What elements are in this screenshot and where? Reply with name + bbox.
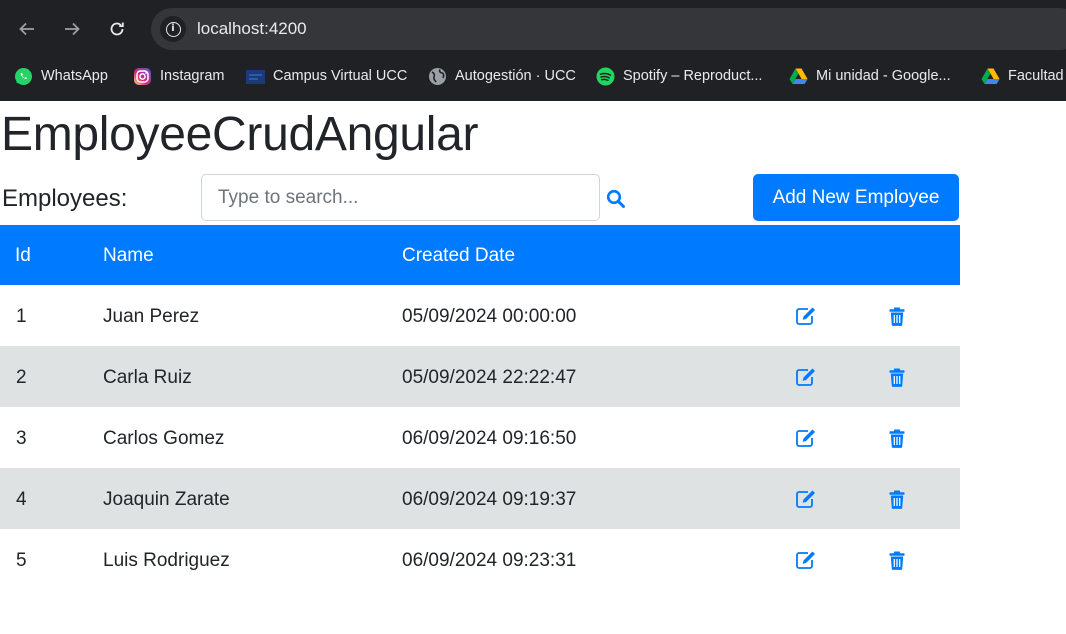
bookmark-label: Mi unidad - Google... [816,68,951,84]
spotify-icon [596,67,615,86]
bookmark-label: Autogestión · UCC [455,68,576,84]
edit-icon[interactable] [794,427,818,449]
cell-id: 4 [16,489,27,510]
search-icon[interactable] [604,187,628,211]
bookmark-label: Spotify – Reproduct... [623,68,763,84]
cell-name: Carla Ruiz [103,367,192,388]
bookmark-label: Instagram [160,68,225,84]
table-body: 1 Juan Perez 05/09/2024 00:00:00 2 Carla… [0,285,960,590]
cell-created-date: 05/09/2024 22:22:47 [402,367,577,388]
employees-label: Employees: [2,185,128,212]
bookmark-label: Campus Virtual UCC [273,68,408,84]
table-row: 3 Carlos Gomez 06/09/2024 09:16:50 [0,407,960,468]
edit-icon[interactable] [794,549,818,571]
bookmark-mi-unidad[interactable]: Mi unidad - Google... [789,65,951,87]
cell-created-date: 05/09/2024 00:00:00 [402,306,577,327]
page-title: EmployeeCrudAngular [1,108,479,161]
table-row: 2 Carla Ruiz 05/09/2024 22:22:47 [0,346,960,407]
site-info-icon[interactable]: i [160,16,186,42]
cell-created-date: 06/09/2024 09:23:31 [402,550,577,571]
add-new-employee-button[interactable]: Add New Employee [753,174,959,221]
campus-icon [246,67,265,86]
instagram-icon [133,67,152,86]
bookmarks-bar: WhatsApp Instagram Campus Virtual UCC Au… [0,60,1066,92]
edit-icon[interactable] [794,366,818,388]
cell-created-date: 06/09/2024 09:19:37 [402,489,577,510]
bookmark-spotify[interactable]: Spotify – Reproduct... [596,65,762,87]
trash-icon[interactable] [887,366,907,388]
cell-name: Carlos Gomez [103,428,225,449]
url-text[interactable]: localhost:4200 [197,19,307,39]
table-header: Id Name Created Date [0,225,960,285]
cell-id: 3 [16,428,27,449]
edit-icon[interactable] [794,305,818,327]
back-arrow-icon[interactable] [14,16,40,42]
bookmark-label: Facultad [1008,68,1064,84]
google-drive-icon [789,67,808,86]
table-row: 1 Juan Perez 05/09/2024 00:00:00 [0,285,960,346]
trash-icon[interactable] [887,488,907,510]
forward-arrow-icon[interactable] [59,16,85,42]
bookmark-label: WhatsApp [41,68,108,84]
cell-name: Luis Rodriguez [103,550,230,571]
cell-id: 5 [16,550,27,571]
globe-icon [428,67,447,86]
bookmark-whatsapp[interactable]: WhatsApp [14,65,108,87]
bookmark-instagram[interactable]: Instagram [133,65,224,87]
address-bar[interactable]: i localhost:4200 [151,8,1066,50]
employee-table: Id Name Created Date 1 Juan Perez 05/09/… [0,225,960,590]
browser-chrome: i localhost:4200 WhatsApp Instagram Camp… [0,0,1066,101]
cell-id: 2 [16,367,27,388]
search-input[interactable] [201,174,600,221]
header-id: Id [15,245,31,266]
cell-name: Joaquin Zarate [103,489,230,510]
cell-created-date: 06/09/2024 09:16:50 [402,428,577,449]
cell-id: 1 [16,306,27,327]
cell-name: Juan Perez [103,306,200,327]
bookmark-facultad[interactable]: Facultad [981,65,1064,87]
table-row: 5 Luis Rodriguez 06/09/2024 09:23:31 [0,529,960,590]
google-drive-icon [981,67,1000,86]
bookmark-autogestion[interactable]: Autogestión · UCC [428,65,576,87]
table-row: 4 Joaquin Zarate 06/09/2024 09:19:37 [0,468,960,529]
trash-icon[interactable] [887,305,907,327]
reload-icon[interactable] [104,16,130,42]
trash-icon[interactable] [887,427,907,449]
trash-icon[interactable] [887,549,907,571]
edit-icon[interactable] [794,488,818,510]
whatsapp-icon [14,67,33,86]
bookmark-campus-virtual[interactable]: Campus Virtual UCC [246,65,407,87]
header-created-date: Created Date [402,245,516,266]
header-name: Name [103,245,154,266]
